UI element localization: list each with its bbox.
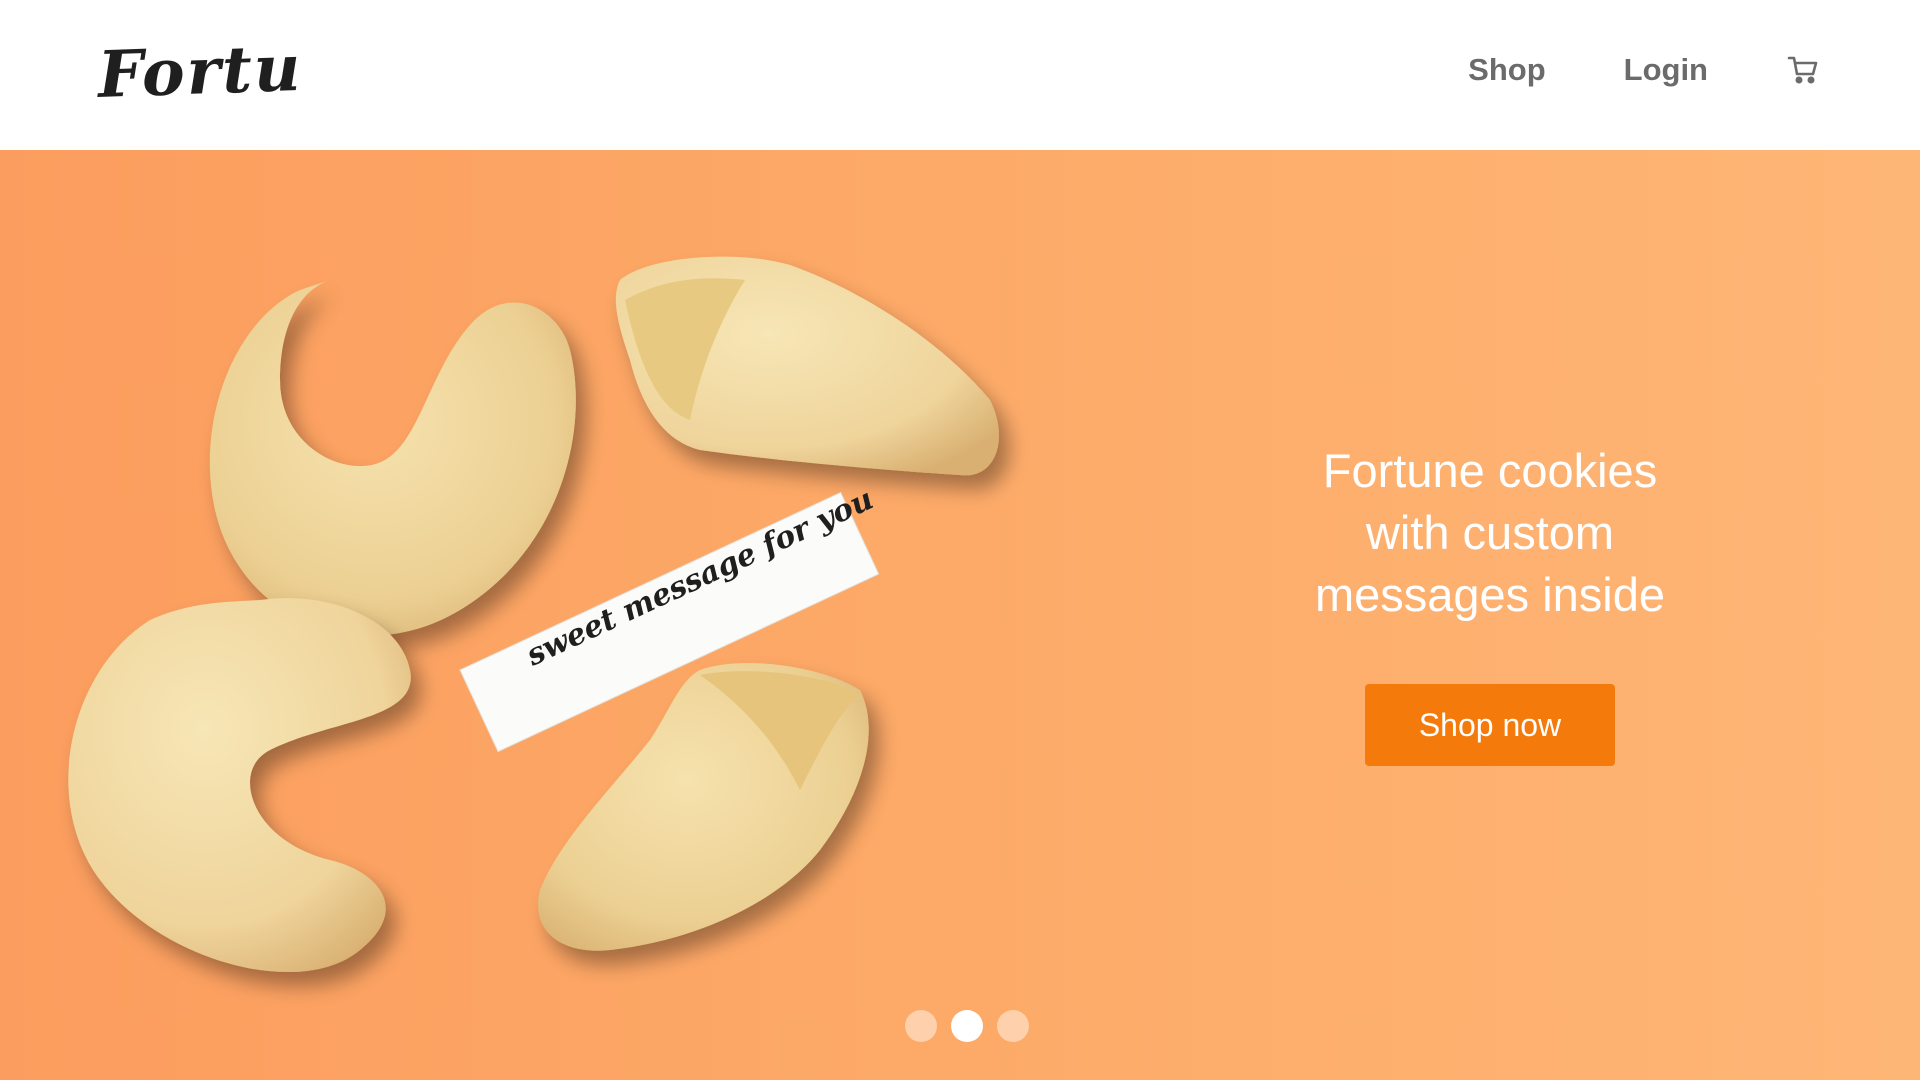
shop-now-button[interactable]: Shop now <box>1365 684 1615 766</box>
hero-banner: sweet message for you Fortune cookies wi… <box>0 150 1920 1080</box>
logo[interactable]: Fortu <box>97 31 304 113</box>
nav-link-login[interactable]: Login <box>1624 52 1708 88</box>
headline-line: messages inside <box>1314 568 1666 621</box>
headline-line: with custom <box>1365 506 1615 559</box>
main-nav: Shop Login <box>1468 52 1820 88</box>
headline-line: Fortune cookies <box>1322 444 1658 497</box>
site-header: Fortu Shop Login <box>0 0 1920 150</box>
carousel-dots <box>905 1010 1029 1042</box>
shopping-cart-icon[interactable] <box>1786 53 1820 87</box>
carousel-dot[interactable] <box>997 1010 1029 1042</box>
nav-link-shop[interactable]: Shop <box>1468 52 1546 88</box>
hero-headline: Fortune cookies with custom messages ins… <box>1240 440 1740 626</box>
carousel-dot-active[interactable] <box>951 1010 983 1042</box>
carousel-dot[interactable] <box>905 1010 937 1042</box>
